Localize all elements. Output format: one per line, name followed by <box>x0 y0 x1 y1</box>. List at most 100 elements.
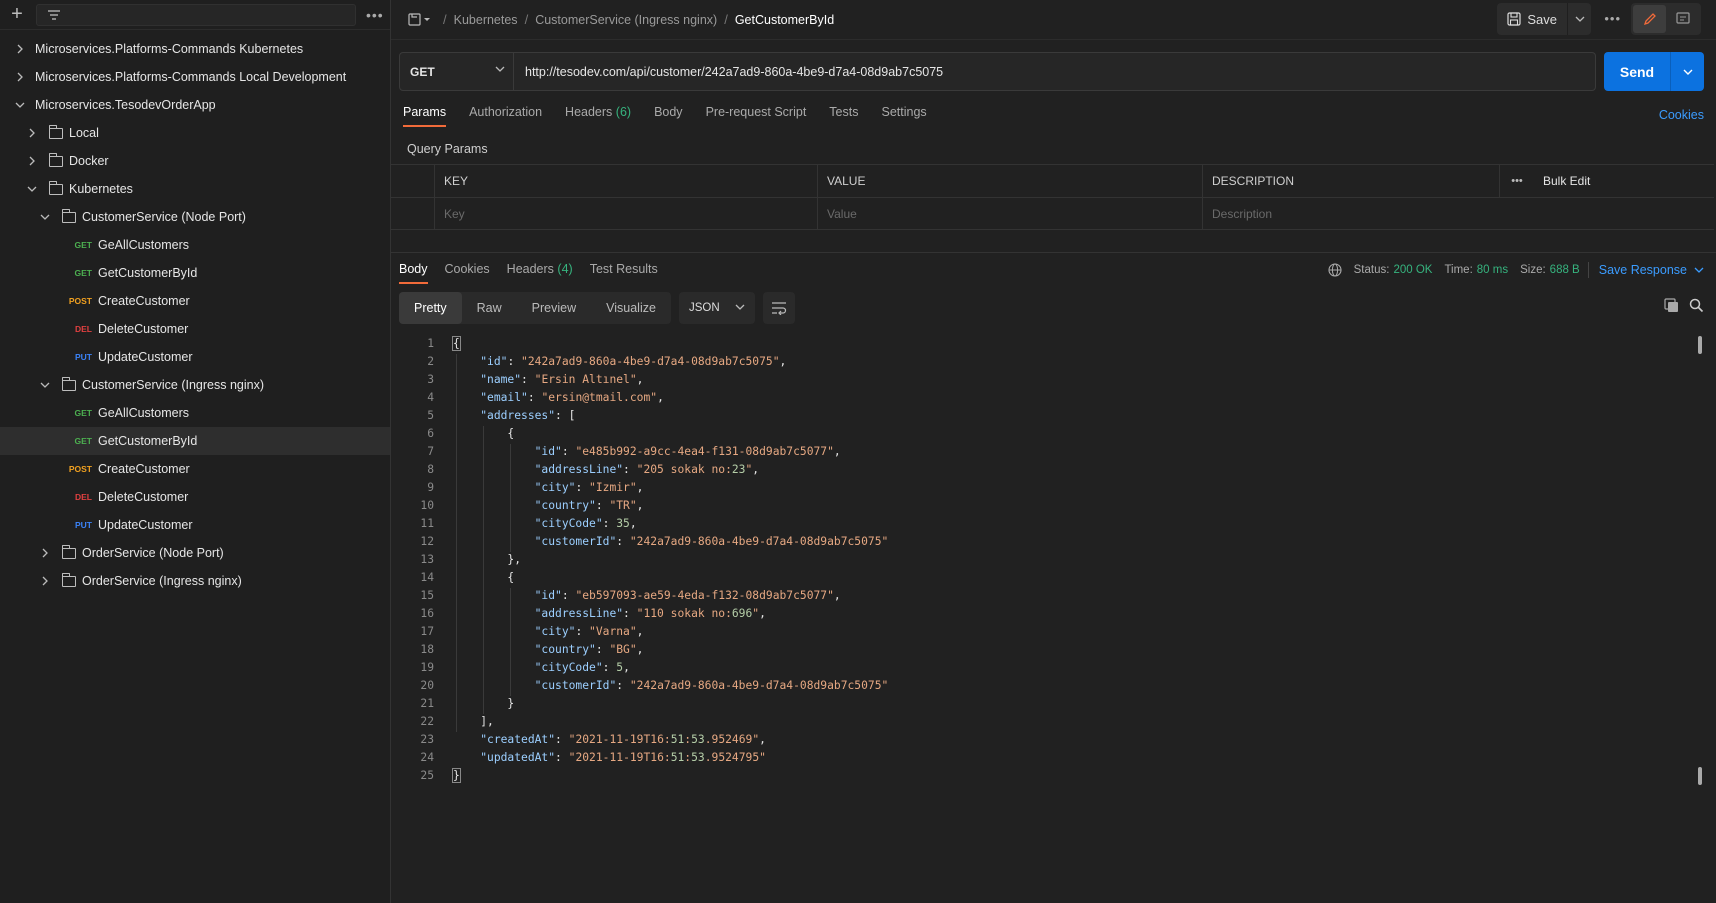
folder-item[interactable]: CustomerService (Node Port) <box>0 203 390 231</box>
folder-item[interactable]: OrderService (Node Port) <box>0 539 390 567</box>
more-icon[interactable]: ••• <box>366 7 384 23</box>
tree-item-label: CustomerService (Node Port) <box>82 210 246 224</box>
code-text: "cityCode": 35, <box>534 516 637 530</box>
request-item[interactable]: GET GeAllCustomers <box>0 231 390 259</box>
tab-params[interactable]: Params <box>403 105 447 127</box>
pane-divider[interactable] <box>391 252 1716 253</box>
line-number: 5 <box>427 408 434 422</box>
method-badge: POST <box>68 296 92 306</box>
response-tab-cookies[interactable]: Cookies <box>445 262 490 284</box>
code-text: "addressLine": "110 sokak no:696", <box>534 606 766 620</box>
method-select[interactable]: GET <box>399 52 514 91</box>
chevron-right-icon[interactable] <box>13 70 27 84</box>
folder-item[interactable]: Local <box>0 119 390 147</box>
chevron-down-icon[interactable] <box>13 98 27 112</box>
view-preview[interactable]: Preview <box>517 292 591 324</box>
request-item[interactable]: GET GetCustomerById <box>0 427 390 455</box>
size-value[interactable]: 688 B <box>1550 264 1580 276</box>
view-visualize[interactable]: Visualize <box>591 292 671 324</box>
key-input[interactable]: Key <box>434 198 817 229</box>
scrollbar-thumb[interactable] <box>1698 767 1702 785</box>
send-options-button[interactable] <box>1670 52 1704 91</box>
chevron-down-icon[interactable] <box>38 378 52 392</box>
cookies-link[interactable]: Cookies <box>1659 108 1704 122</box>
filter-input[interactable] <box>36 3 356 26</box>
tab-headers[interactable]: Headers (6) <box>565 105 631 127</box>
more-icon[interactable]: ••• <box>1499 165 1534 197</box>
search-icon[interactable] <box>1689 298 1704 313</box>
code-text: "name": "Ersin Altınel", <box>480 372 644 386</box>
chevron-right-icon[interactable] <box>13 42 27 56</box>
time-value[interactable]: 80 ms <box>1477 264 1508 276</box>
code-line: 2 "id": "242a7ad9-860a-4be9-d7a4-08d9ab7… <box>391 352 1691 370</box>
filter-icon <box>48 9 60 20</box>
response-tab-body[interactable]: Body <box>399 262 428 284</box>
chevron-down-icon <box>735 304 745 310</box>
chevron-right-icon[interactable] <box>25 126 39 140</box>
line-number: 7 <box>427 444 434 458</box>
chevron-down-icon[interactable] <box>25 182 39 196</box>
tab-label: Body <box>654 105 683 119</box>
response-body[interactable]: 1{2 "id": "242a7ad9-860a-4be9-d7a4-08d9a… <box>391 334 1691 784</box>
code-text: } <box>452 767 461 783</box>
line-number: 3 <box>427 372 434 386</box>
collection-item[interactable]: Microservices.TesodevOrderApp <box>0 91 390 119</box>
comment-icon[interactable] <box>1668 3 1698 35</box>
url-input[interactable]: http://tesodev.com/api/customer/242a7ad9… <box>514 52 1596 91</box>
response-tab-test-results[interactable]: Test Results <box>590 262 658 284</box>
globe-icon[interactable] <box>1328 263 1342 277</box>
breadcrumb-item[interactable]: CustomerService (Ingress nginx) <box>535 13 717 27</box>
tab-pre-request-script[interactable]: Pre-request Script <box>706 105 807 127</box>
chevron-right-icon[interactable] <box>38 546 52 560</box>
format-select[interactable]: JSON <box>678 292 755 324</box>
status-value[interactable]: 200 OK <box>1393 264 1432 276</box>
request-item[interactable]: GET GeAllCustomers <box>0 399 390 427</box>
chevron-down-icon[interactable] <box>1694 267 1704 273</box>
save-response-button[interactable]: Save Response <box>1599 263 1687 277</box>
folder-item[interactable]: Kubernetes <box>0 175 390 203</box>
response-actions <box>1664 298 1704 313</box>
request-item[interactable]: GET GetCustomerById <box>0 259 390 287</box>
tab-settings[interactable]: Settings <box>881 105 926 127</box>
code-line: 19 "cityCode": 5, <box>391 658 1691 676</box>
request-item[interactable]: PUT UpdateCustomer <box>0 511 390 539</box>
folder-item[interactable]: Docker <box>0 147 390 175</box>
send-button[interactable]: Send <box>1604 52 1670 91</box>
description-input[interactable]: Description <box>1202 198 1714 229</box>
view-raw[interactable]: Raw <box>462 292 517 324</box>
view-pretty[interactable]: Pretty <box>399 292 462 324</box>
save-options-button[interactable] <box>1567 3 1591 35</box>
method-badge: PUT <box>75 352 92 362</box>
line-number: 16 <box>420 606 434 620</box>
breadcrumb-item[interactable]: Kubernetes <box>454 13 518 27</box>
tab-tests[interactable]: Tests <box>829 105 858 127</box>
tab-authorization[interactable]: Authorization <box>469 105 542 127</box>
chevron-right-icon[interactable] <box>25 154 39 168</box>
save-button[interactable]: Save <box>1497 3 1567 35</box>
plus-icon[interactable]: + <box>0 3 34 26</box>
folder-item[interactable]: OrderService (Ingress nginx) <box>0 567 390 595</box>
request-item[interactable]: DEL DeleteCustomer <box>0 483 390 511</box>
edit-icon[interactable] <box>1633 5 1666 33</box>
folder-item[interactable]: CustomerService (Ingress nginx) <box>0 371 390 399</box>
request-item[interactable]: PUT UpdateCustomer <box>0 343 390 371</box>
request-item[interactable]: POST CreateCustomer <box>0 287 390 315</box>
line-number: 21 <box>420 696 434 710</box>
code-text: "cityCode": 5, <box>534 660 630 674</box>
value-input[interactable]: Value <box>817 198 1202 229</box>
chevron-right-icon[interactable] <box>38 574 52 588</box>
wrap-icon[interactable] <box>762 292 795 324</box>
request-item[interactable]: DEL DeleteCustomer <box>0 315 390 343</box>
request-item[interactable]: POST CreateCustomer <box>0 455 390 483</box>
scrollbar-thumb[interactable] <box>1698 336 1702 354</box>
more-icon[interactable]: ••• <box>1604 11 1621 26</box>
chevron-right-icon <box>29 156 35 166</box>
tab-body[interactable]: Body <box>654 105 683 127</box>
collection-item[interactable]: Microservices.Platforms-Commands Local D… <box>0 63 390 91</box>
chevron-down-icon[interactable] <box>38 210 52 224</box>
code-text: "addressLine": "205 sokak no:23", <box>534 462 760 476</box>
collection-item[interactable]: Microservices.Platforms-Commands Kuberne… <box>0 35 390 63</box>
bulk-edit-button[interactable]: Bulk Edit <box>1534 165 1714 197</box>
response-tab-headers[interactable]: Headers (4) <box>507 262 573 284</box>
copy-icon[interactable] <box>1664 298 1679 313</box>
